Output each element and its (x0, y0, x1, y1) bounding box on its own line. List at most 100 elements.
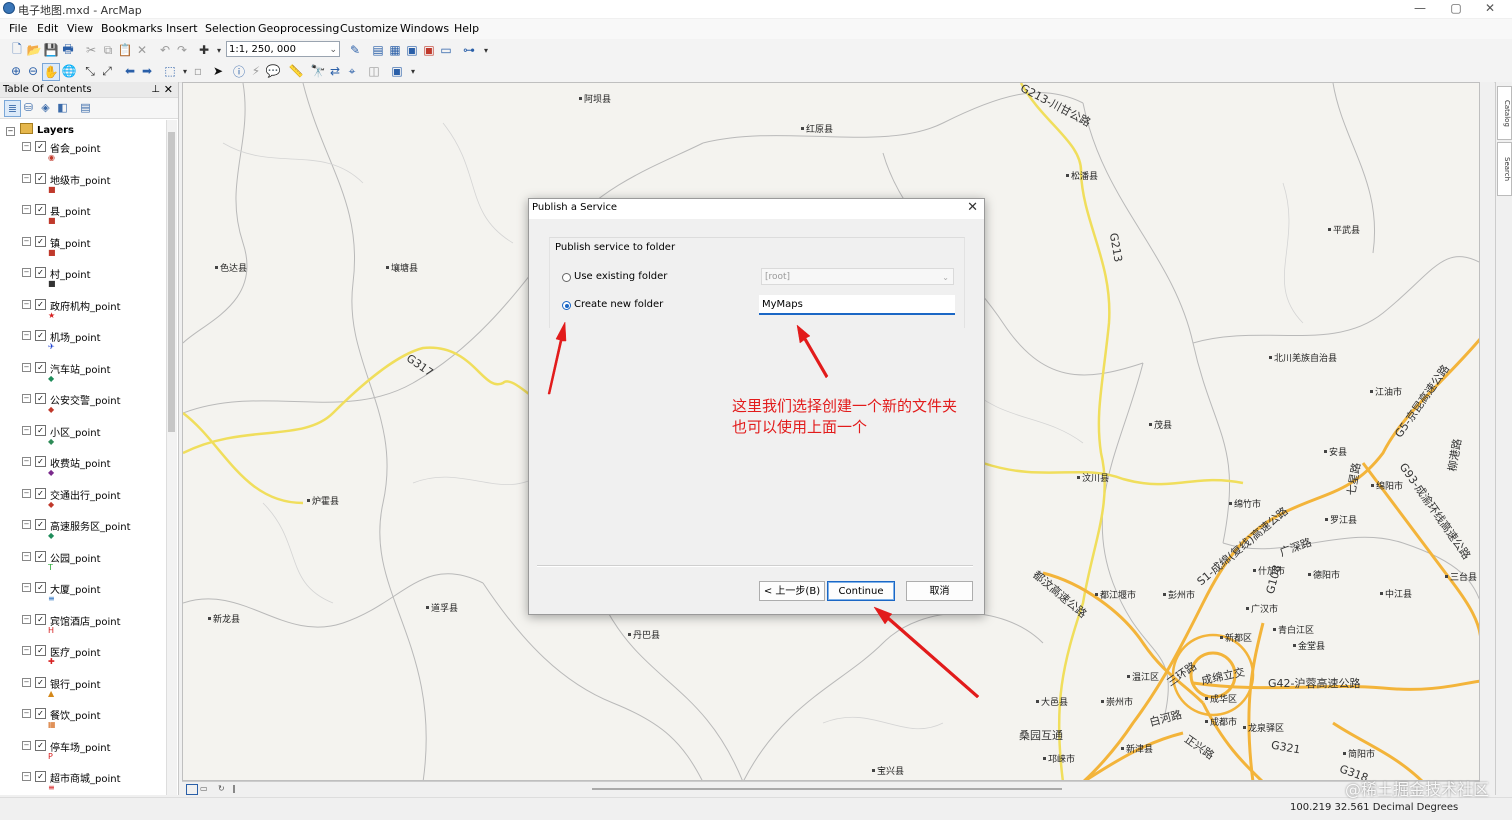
toolbar-options-icon[interactable]: ▾ (478, 42, 494, 58)
collapse-icon[interactable]: − (22, 331, 31, 340)
catalog-window-icon[interactable]: ▦ (387, 42, 403, 58)
refresh-icon[interactable]: ↻ (218, 784, 228, 793)
list-by-selection-icon[interactable]: ◧ (55, 100, 70, 115)
use-existing-folder-label[interactable]: Use existing folder (574, 271, 667, 282)
fixed-zoom-out-icon[interactable]: ⤢ (99, 63, 115, 79)
menu-geoprocessing[interactable]: Geoprocessing (258, 22, 339, 35)
python-window-icon[interactable]: ▭ (438, 42, 454, 58)
collapse-icon[interactable]: − (22, 646, 31, 655)
layer-visibility-checkbox[interactable]: ✓ (35, 519, 46, 530)
copy-icon[interactable]: ⧉ (100, 42, 116, 58)
zoom-out-icon[interactable]: ⊖ (25, 63, 41, 79)
toc-layer-row[interactable]: − ✓ 小区_point ◆ (22, 424, 166, 455)
dialog-close-icon[interactable]: ✕ (967, 200, 978, 215)
maximize-button[interactable]: ▢ (1446, 1, 1466, 15)
find-icon[interactable]: 🔭 (310, 63, 326, 79)
measure-icon[interactable]: 📏 (288, 63, 304, 79)
toc-layer-row[interactable]: − ✓ 镇_point ■ (22, 235, 166, 266)
catalog-tab[interactable]: Catalog (1497, 86, 1512, 140)
list-by-source-icon[interactable]: ⛁ (21, 100, 36, 115)
menu-help[interactable]: Help (454, 22, 479, 35)
full-extent-icon[interactable]: 🌐 (61, 63, 77, 79)
layer-visibility-checkbox[interactable]: ✓ (35, 771, 46, 782)
layer-visibility-checkbox[interactable]: ✓ (35, 613, 46, 625)
add-data-icon[interactable]: ✚ (196, 42, 212, 58)
layer-visibility-checkbox[interactable]: ✓ (35, 424, 46, 436)
toc-layer-row[interactable]: − ✓ 超市商城_point ≡ (22, 770, 166, 795)
toc-layer-row[interactable]: − ✓ 大厦_point ≡ (22, 581, 166, 612)
menu-windows[interactable]: Windows (400, 22, 449, 35)
toc-scrollbar[interactable] (166, 120, 177, 795)
pan-icon[interactable]: ✋ (42, 63, 60, 81)
collapse-icon[interactable]: − (6, 127, 15, 136)
collapse-icon[interactable]: − (22, 425, 31, 435)
layer-visibility-checkbox[interactable]: ✓ (35, 267, 46, 278)
redo-icon[interactable]: ↷ (174, 42, 190, 58)
toc-layer-row[interactable]: − ✓ 汽车站_point ◆ (22, 361, 166, 392)
cut-icon[interactable]: ✂ (83, 42, 99, 58)
layer-visibility-checkbox[interactable]: ✓ (35, 141, 46, 152)
toc-layer-row[interactable]: − ✓ 村_point ■ (22, 266, 166, 297)
toc-layer-row[interactable]: − ✓ 高速服务区_point ◆ (22, 518, 166, 549)
html-popup-icon[interactable]: 💬 (265, 63, 281, 79)
close-window-button[interactable]: ✕ (1480, 1, 1500, 15)
menu-bookmarks[interactable]: Bookmarks (101, 22, 162, 35)
search-tab[interactable]: Search (1497, 142, 1512, 196)
clear-selection-icon[interactable]: ▫ (190, 63, 206, 79)
toc-layer-row[interactable]: − ✓ 餐饮_point ▦ (22, 707, 166, 738)
toc-window-icon[interactable]: ▤ (370, 42, 386, 58)
toc-layer-row[interactable]: − ✓ 收费站_point ◆ (22, 455, 166, 486)
collapse-icon[interactable]: − (22, 583, 31, 592)
list-by-visibility-icon[interactable]: ◈ (38, 100, 53, 115)
toc-layer-row[interactable]: − ✓ 银行_point ▲ (22, 676, 166, 707)
toc-options-icon[interactable]: ▤ (78, 100, 93, 115)
fixed-zoom-in-icon[interactable]: ⤡ (82, 63, 98, 79)
go-to-xy-icon[interactable]: ⌖ (344, 63, 360, 79)
layer-visibility-checkbox[interactable]: ✓ (35, 676, 46, 688)
pin-icon[interactable]: ⊥ (151, 82, 160, 97)
close-icon[interactable]: ✕ (164, 82, 173, 97)
layer-visibility-checkbox[interactable]: ✓ (35, 550, 46, 562)
map-horizontal-scrollbar[interactable] (592, 788, 1062, 790)
collapse-icon[interactable]: − (22, 520, 31, 529)
paste-icon[interactable]: 📋 (117, 42, 133, 58)
toc-layer-row[interactable]: − ✓ 省会_point ◉ (22, 140, 166, 171)
collapse-icon[interactable]: − (22, 299, 31, 309)
collapse-icon[interactable]: − (22, 740, 31, 750)
search-window-icon[interactable]: ▣ (404, 42, 420, 58)
identify-icon[interactable]: ⓘ (231, 63, 247, 79)
time-slider-icon[interactable]: ◫ (366, 63, 382, 79)
create-new-folder-radio[interactable] (562, 301, 571, 310)
collapse-icon[interactable]: − (22, 173, 31, 183)
layer-visibility-checkbox[interactable]: ✓ (35, 172, 46, 184)
layer-visibility-checkbox[interactable]: ✓ (35, 645, 46, 656)
toc-layer-row[interactable]: − ✓ 交通出行_point ◆ (22, 487, 166, 518)
create-viewer-window-icon[interactable]: ▣ (389, 63, 405, 79)
toc-layer-row[interactable]: − ✓ 县_point ■ (22, 203, 166, 234)
minimize-button[interactable]: — (1410, 1, 1430, 15)
layer-visibility-checkbox[interactable]: ✓ (35, 456, 46, 467)
collapse-icon[interactable]: − (22, 142, 31, 151)
layout-view-icon[interactable]: ▭ (200, 784, 210, 793)
modelbuilder-icon[interactable]: ⊶ (461, 42, 477, 58)
toc-layer-row[interactable]: − ✓ 宾馆酒店_point H (22, 613, 166, 644)
layers-root[interactable]: − Layers (6, 123, 74, 136)
map-scale-combo[interactable]: 1:1, 250, 000 ⌄ (226, 41, 340, 57)
layer-visibility-checkbox[interactable]: ✓ (35, 393, 46, 404)
menu-file[interactable]: File (9, 22, 27, 35)
select-elements-icon[interactable]: ➤ (210, 63, 226, 79)
menu-view[interactable]: View (67, 22, 93, 35)
find-route-icon[interactable]: ⇄ (327, 63, 343, 79)
add-data-dropdown-icon[interactable]: ▾ (211, 42, 227, 58)
toc-layer-row[interactable]: − ✓ 公安交警_point ◆ (22, 392, 166, 423)
collapse-icon[interactable]: − (22, 488, 31, 498)
existing-folder-select[interactable]: [root] ⌄ (761, 268, 954, 285)
list-by-drawing-order-icon[interactable]: ≣ (4, 100, 21, 117)
toc-layer-row[interactable]: − ✓ 公园_point T (22, 550, 166, 581)
back-button[interactable]: < 上一步(B) (759, 581, 825, 601)
toc-layer-row[interactable]: − ✓ 停车场_point P (22, 739, 166, 770)
collapse-icon[interactable]: − (22, 236, 31, 246)
collapse-icon[interactable]: − (22, 677, 31, 687)
collapse-icon[interactable]: − (22, 394, 31, 403)
back-extent-icon[interactable]: ⬅ (122, 63, 138, 79)
